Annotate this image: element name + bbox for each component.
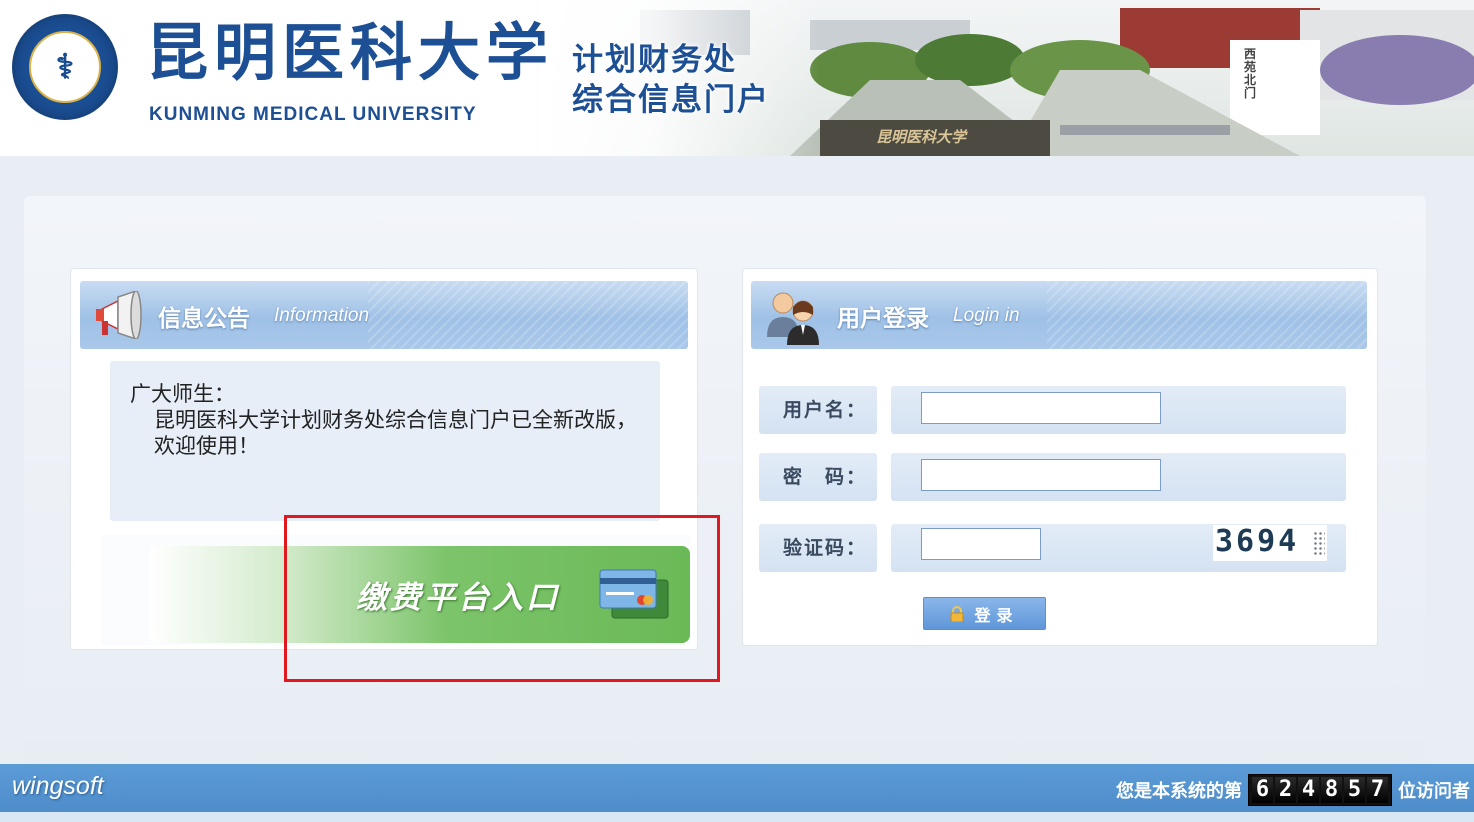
counter-digit: 6: [1252, 777, 1273, 803]
visitor-suffix: 位访问者: [1398, 781, 1470, 802]
info-title-cn: 信息公告: [158, 306, 250, 332]
portal-title: 计划财务处 综合信息门户: [572, 40, 770, 120]
username-cell: [891, 386, 1346, 434]
stone-inscription: 昆明医科大学: [876, 128, 967, 146]
login-button[interactable]: 登录: [923, 597, 1046, 630]
footer-strip: [0, 812, 1474, 822]
password-input[interactable]: [921, 459, 1161, 491]
login-button-label: 登录: [974, 605, 1019, 625]
info-panel-header: 信息公告 Information: [80, 281, 688, 349]
notice-content: 广大师生： 昆明医科大学计划财务处综合信息门户已全新改版， 欢迎使用！: [110, 361, 660, 521]
visitor-counter: 您是本系统的第 6 2 4 8 5 7 位访问者: [1116, 774, 1470, 806]
gate-sign: 西苑北门: [1244, 47, 1257, 100]
users-icon: [767, 292, 819, 345]
school-name-en: KUNMING MEDICAL UNIVERSITY: [149, 104, 477, 125]
login-panel-header: 用户登录 Login in: [751, 281, 1367, 349]
username-input[interactable]: [921, 392, 1161, 424]
university-logo: ⚕: [12, 14, 118, 120]
megaphone-icon: [96, 291, 142, 339]
login-title-en: Login in: [953, 305, 1020, 326]
username-label: 用户名：: [759, 386, 877, 434]
counter-digit: 4: [1298, 777, 1319, 803]
counter-digits: 6 2 4 8 5 7: [1248, 774, 1392, 806]
login-title-cn: 用户登录: [837, 306, 929, 332]
lock-icon: [950, 605, 964, 622]
school-name-cn: 昆明医科大学: [146, 16, 555, 89]
pay-platform-label: 缴费平台入口: [356, 580, 560, 616]
captcha-input[interactable]: [921, 528, 1041, 560]
notice-body-line1: 昆明医科大学计划财务处综合信息门户已全新改版，: [154, 408, 637, 432]
caduceus-icon: ⚕: [29, 31, 101, 103]
captcha-label: 验证码：: [759, 524, 877, 572]
password-label: 密 码：: [759, 453, 877, 501]
portal-title-line1: 计划财务处: [572, 42, 737, 78]
counter-digit: 7: [1367, 777, 1388, 803]
captcha-cell: 3694: [891, 524, 1346, 572]
password-cell: [891, 453, 1346, 501]
notice-greeting: 广大师生：: [130, 382, 235, 406]
captcha-image[interactable]: 3694: [1213, 525, 1327, 561]
notice-body-line2: 欢迎使用！: [154, 434, 259, 458]
bank-card-icon: [599, 569, 669, 619]
visitor-prefix: 您是本系统的第: [1116, 781, 1242, 802]
counter-digit: 2: [1275, 777, 1296, 803]
info-title-en: Information: [274, 305, 370, 326]
vendor-brand: wingsoft: [12, 772, 104, 800]
pay-platform-button[interactable]: 缴费平台入口: [150, 546, 690, 643]
counter-digit: 8: [1321, 777, 1342, 803]
portal-title-line2: 综合信息门户: [572, 82, 770, 118]
captcha-text: 3694: [1215, 525, 1300, 559]
counter-digit: 5: [1344, 777, 1365, 803]
site-header: 西苑北门 昆明医科大学 ⚕ 昆明医科大学 KUNMING MEDICAL UNI…: [0, 0, 1474, 156]
